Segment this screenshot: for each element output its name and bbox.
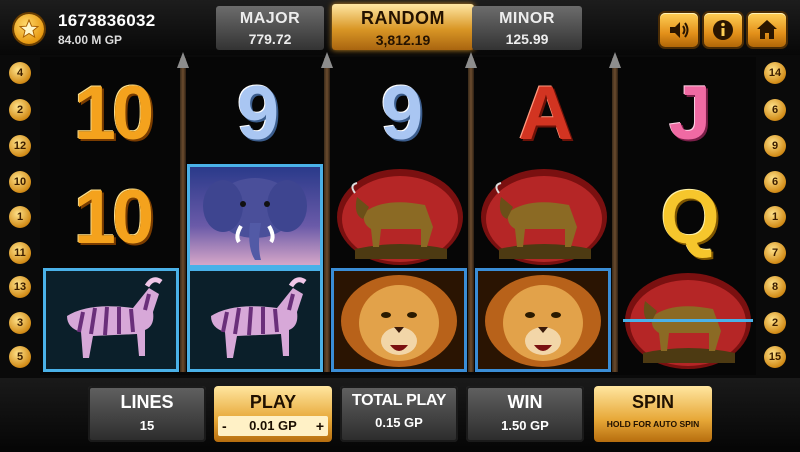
symbol-zebra [187,268,323,372]
account-info: 1673836032 84.00 M GP [58,11,156,47]
spear-divider [465,52,477,372]
spear-divider [609,52,621,372]
line-marker[interactable]: 5 [9,346,31,368]
jackpot-random-value: 3,812.19 [375,32,431,48]
line-marker[interactable]: 2 [764,312,786,334]
line-marker[interactable]: 9 [764,135,786,157]
line-marker[interactable]: 14 [764,62,786,84]
win-display: WIN 1.50 GP [466,386,584,442]
jackpot-minor-value: 125.99 [505,31,549,47]
line-marker[interactable]: 15 [764,346,786,368]
gold-coin-icon [14,14,44,44]
total-play-display: TOTAL PLAY 0.15 GP [340,386,458,442]
win-value: 1.50 GP [501,418,549,433]
jackpot-random: RANDOM 3,812.19 [332,4,474,50]
line-marker[interactable]: 12 [9,135,31,157]
symbol-ten: 10 [73,174,155,260]
home-icon [757,20,777,39]
spin-button[interactable]: SPIN HOLD FOR AUTO SPIN [594,386,712,442]
line-marker[interactable]: 6 [764,171,786,193]
line-marker[interactable]: 7 [764,242,786,264]
line-marker[interactable]: 2 [9,99,31,121]
symbol-wildebeest [477,166,611,268]
symbol-lion [331,268,467,372]
bet-decrease-button[interactable]: - [222,416,227,436]
line-marker[interactable]: 1 [764,206,786,228]
play-value: 0.01 GP [249,418,297,433]
play-value-field: - 0.01 GP + [218,416,328,436]
play-bet-control: PLAY - 0.01 GP + [214,386,332,442]
spin-label: SPIN [631,392,674,412]
wildebeest-icon [337,169,463,265]
symbol-ace: A [518,70,574,156]
sound-button[interactable] [660,13,698,47]
lines-button[interactable]: LINES 15 [88,386,206,442]
line-marker[interactable]: 8 [764,276,786,298]
symbol-ten: 10 [73,70,155,156]
line-marker[interactable]: 11 [9,242,31,264]
line-marker[interactable]: 10 [9,171,31,193]
info-button[interactable] [704,13,742,47]
symbol-wildebeest [333,166,467,268]
play-label: PLAY [249,392,297,412]
line-marker[interactable]: 4 [9,62,31,84]
jackpot-major: MAJOR 779.72 [216,6,324,50]
jackpot-major-value: 779.72 [248,31,292,47]
home-button[interactable] [748,13,786,47]
spear-divider [177,52,189,372]
total-play-value: 0.15 GP [375,415,423,430]
lines-label: LINES [120,392,174,412]
total-play-label: TOTAL PLAY [351,392,447,409]
line-marker[interactable]: 6 [764,99,786,121]
wildebeest-icon [481,169,607,265]
symbol-nine: 9 [380,70,423,156]
jackpot-random-label: RANDOM [361,8,445,28]
account-balance: 84.00 M GP [58,33,123,47]
info-icon [713,20,733,40]
line-marker[interactable]: 3 [9,312,31,334]
symbol-lion [475,268,611,372]
spin-sublabel: HOLD FOR AUTO SPIN [606,419,700,429]
symbol-elephant [187,164,323,268]
speaker-icon [670,22,689,38]
jackpot-minor: MINOR 125.99 [472,6,582,50]
lines-value: 15 [139,418,155,433]
lion-icon [341,275,457,367]
line-marker[interactable]: 1 [9,206,31,228]
symbol-jack: J [668,70,711,156]
wildebeest-icon [623,273,753,369]
zebra-icon [67,277,163,358]
jackpot-minor-label: MINOR [499,10,555,27]
jackpot-major-label: MAJOR [239,10,301,27]
symbol-nine: 9 [236,70,279,156]
spear-divider [321,52,333,372]
line-marker[interactable]: 13 [9,276,31,298]
symbol-zebra [43,268,179,372]
win-label: WIN [507,392,543,412]
lion-icon [485,275,601,367]
symbol-wildebeest [621,270,755,372]
elephant-icon [203,178,307,260]
zebra-icon [211,277,307,358]
symbol-queen: Q [660,174,719,260]
account-id: 1673836032 [58,11,156,30]
bet-increase-button[interactable]: + [316,416,324,436]
